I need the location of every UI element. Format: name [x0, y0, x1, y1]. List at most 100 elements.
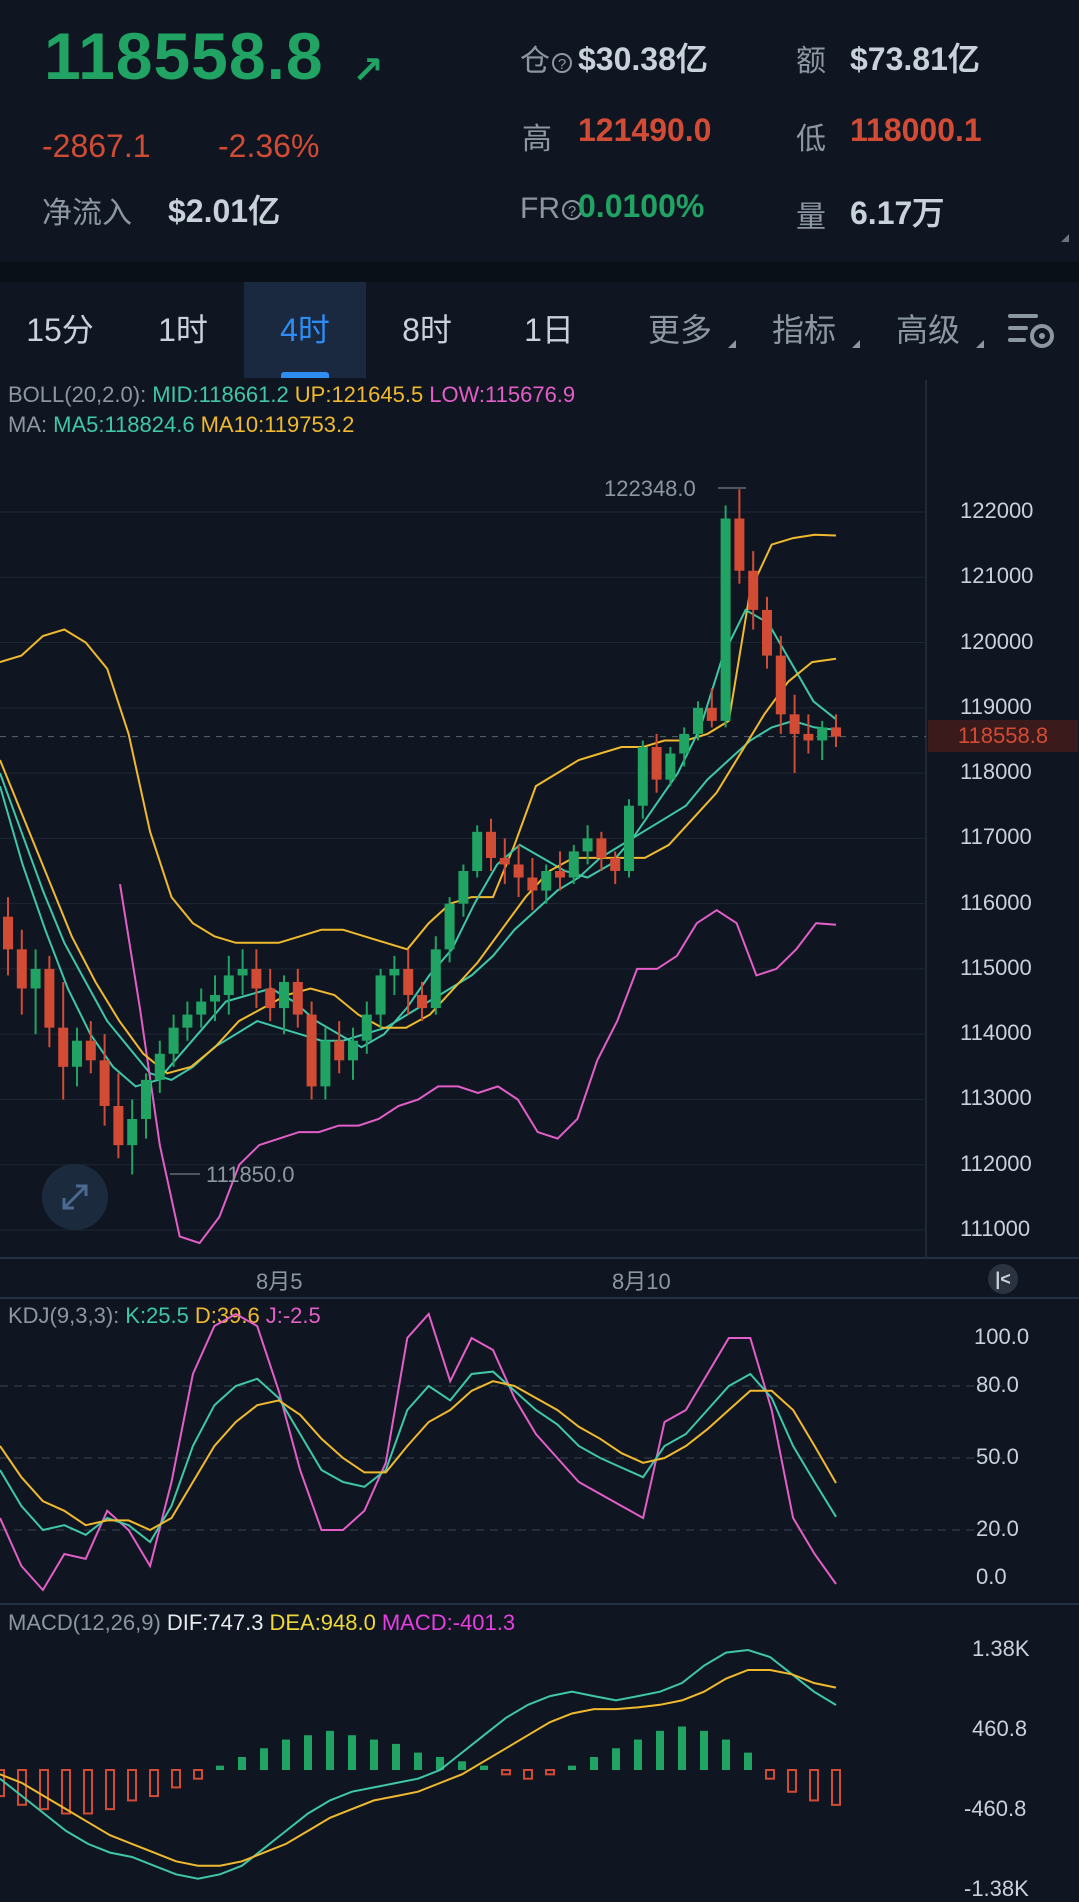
candle-body [375, 975, 386, 1015]
funding-rate-label: FR? [520, 192, 582, 226]
macd-histogram-bar [809, 1769, 819, 1802]
tab-more[interactable]: 更多 [618, 282, 742, 378]
boll-name: BOLL(20,2.0): [8, 382, 147, 407]
current-price-tag: 118558.8 [928, 720, 1078, 752]
candle-body [637, 746, 648, 806]
boll-mid-line [0, 719, 837, 1081]
candle-body [693, 707, 703, 734]
position-label: 仓? [520, 36, 572, 80]
market-header: 118558.8 ↗ -2867.1 -2.36% 净流入 $2.01亿 仓? … [0, 0, 1079, 262]
boll-mid: MID:118661.2 [152, 382, 289, 407]
macd-histogram-bar [744, 1752, 752, 1770]
candle-body [210, 995, 220, 1002]
macd-histogram-bar [523, 1769, 533, 1780]
macd-histogram-bar [765, 1769, 775, 1780]
candle-body [237, 968, 248, 976]
candle-body [444, 903, 455, 950]
expand-corner-icon[interactable] [1061, 234, 1069, 242]
kdj-d-line [0, 1380, 837, 1532]
macd-histogram-bar [612, 1748, 620, 1770]
macd-histogram-bar [392, 1743, 400, 1770]
tab-advanced[interactable]: 高级 [866, 282, 990, 378]
tab-1d[interactable]: 1日 [488, 282, 610, 378]
candle-body [472, 831, 483, 871]
interval-tabs: 15分 1时 4时 8时 1日 更多 指标 高级 [0, 282, 1079, 378]
candle-body [541, 871, 552, 891]
macd-histogram-bar [105, 1769, 115, 1811]
candle-body [789, 714, 800, 734]
candle-body [113, 1105, 124, 1146]
chart-settings-icon[interactable] [1006, 310, 1056, 350]
candle-body [610, 857, 621, 871]
price-tick-label: 122000 [960, 498, 1034, 523]
macd-histogram-bar [83, 1769, 93, 1815]
scroll-to-latest-button[interactable]: |< [988, 1264, 1018, 1294]
candle-body [748, 570, 759, 610]
amount-label: 额 [796, 45, 826, 78]
price-tick-label: 121000 [960, 563, 1034, 589]
tab-4h[interactable]: 4时 [244, 282, 366, 378]
macd-histogram-bar [545, 1769, 555, 1776]
macd-legend: MACD(12,26,9) DIF:747.3 DEA:948.0 MACD:-401… [8, 1610, 521, 1636]
macd-histogram-bar [722, 1739, 730, 1770]
low-value: 118000.1 [850, 112, 982, 148]
macd-histogram-bar [260, 1748, 268, 1770]
amount-value: $73.81亿 [850, 41, 980, 77]
ma-name: MA: [8, 412, 48, 437]
macd-histogram-bar [171, 1769, 181, 1789]
candle-body [706, 707, 717, 721]
help-icon[interactable]: ? [552, 53, 572, 74]
x-label-aug10: 8月10 [612, 1269, 671, 1294]
macd-histogram-bar [700, 1730, 708, 1770]
macd-histogram-bar [304, 1735, 312, 1770]
candle-body [555, 871, 565, 878]
macd-histogram-bar [458, 1761, 466, 1770]
candle-body [292, 981, 303, 1015]
macd-histogram-bar [501, 1769, 511, 1776]
candle-body [127, 1119, 138, 1146]
macd-histogram-bar [590, 1756, 598, 1770]
candle-body [389, 968, 400, 976]
min-price-label: 111850.0 [206, 1162, 295, 1187]
inflow-label: 净流入 [42, 197, 132, 230]
tab-indicators[interactable]: 指标 [742, 282, 866, 378]
candle-body [831, 727, 841, 737]
kdj-d: D:39.6 [194, 1303, 260, 1328]
macd-name: MACD(12,26,9) [8, 1610, 161, 1635]
candle-body [651, 746, 662, 780]
candle-body [141, 1079, 151, 1120]
kdj-j: J:-2.5 [265, 1303, 321, 1328]
candle-body [196, 1001, 207, 1015]
macd-histogram-bar [193, 1769, 203, 1780]
ma10-value: MA10:119753.2 [200, 412, 355, 437]
candle-body [251, 968, 262, 989]
boll-legend: BOLL(20,2.0): MID:118661.2 UP:121645.5 LOW:… [8, 382, 581, 408]
macd-histogram-bar [238, 1756, 246, 1770]
candle-body [596, 838, 607, 858]
candle-body [665, 753, 676, 780]
candle-body [223, 975, 234, 996]
x-label-aug5: 8月5 [256, 1269, 303, 1294]
macd-value: MACD:-401.3 [381, 1610, 516, 1635]
candle-body [99, 1060, 110, 1106]
price-tick-label: 116000 [960, 889, 1032, 915]
candle-body [817, 727, 828, 741]
candle-body [568, 851, 579, 878]
trend-up-arrow-icon: ↗ [352, 50, 384, 92]
macd-histogram-bar [216, 1765, 224, 1770]
ma10-line [0, 657, 837, 1075]
price-tick-label: 119000 [960, 693, 1032, 719]
tab-1h[interactable]: 1时 [122, 282, 244, 378]
boll-up: UP:121645.5 [294, 382, 424, 407]
candle-body [154, 1053, 165, 1080]
boll-upper-line [0, 533, 837, 951]
candle-body [582, 838, 593, 852]
macd-histogram-bar [656, 1730, 664, 1770]
ma5-value: MA5:118824.6 [53, 412, 195, 437]
candle-body [403, 968, 414, 996]
kdj-tick-label: 20.0 [976, 1516, 1019, 1541]
tab-15m[interactable]: 15分 [0, 282, 120, 378]
tab-8h[interactable]: 8时 [366, 282, 488, 378]
fullscreen-button[interactable] [42, 1164, 108, 1230]
candle-body [499, 857, 510, 865]
